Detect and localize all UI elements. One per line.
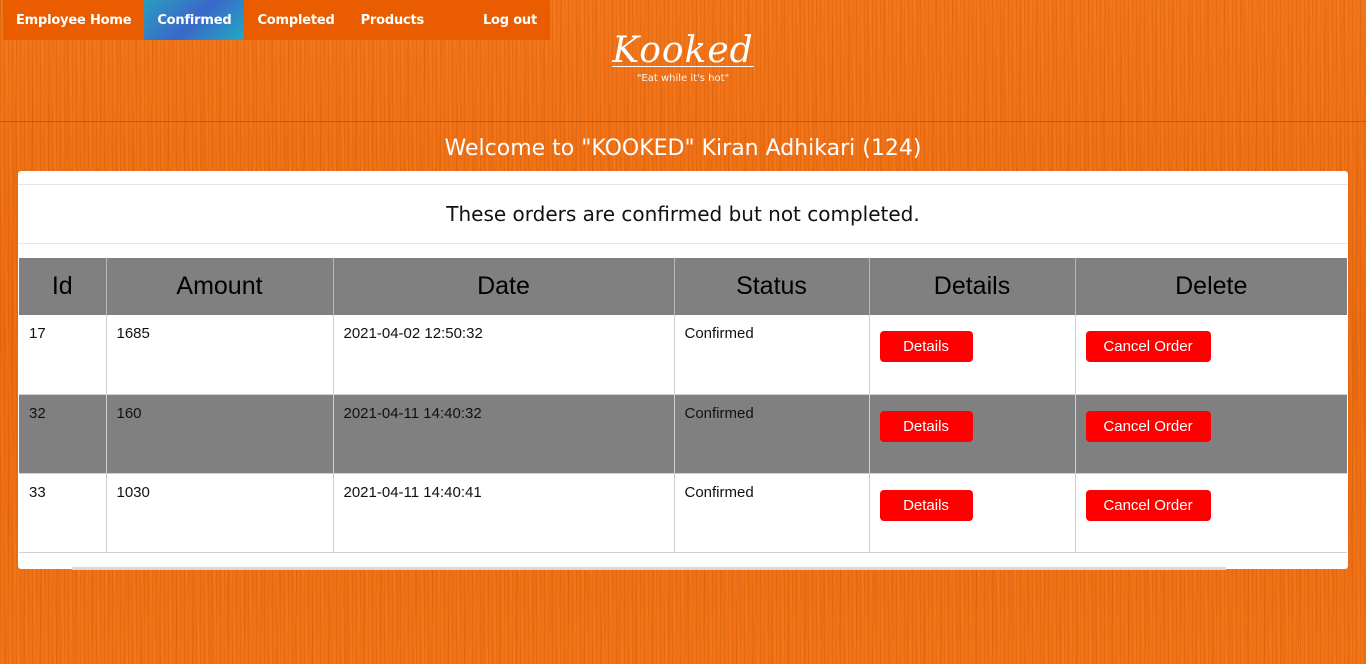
cell-delete: Cancel Order [1075,315,1347,394]
cell-delete: Cancel Order [1075,394,1347,473]
panel-scroll-shadow [72,567,1226,570]
header-divider [0,121,1366,122]
cell-details: Details [869,473,1076,552]
details-button[interactable]: Details [879,410,973,442]
details-button[interactable]: Details [879,331,973,362]
cell-details: Details [869,315,1076,394]
column-header-details: Details [869,258,1076,315]
cell-date: 2021-04-02 12:50:32 [333,315,675,394]
brand-tagline: "Eat while it's hot" [636,73,730,84]
cancel-order-button[interactable]: Cancel Order [1085,489,1211,521]
brand-logo[interactable]: Kooked [612,30,753,71]
table-header-row: Id Amount Date Status Details Delete [19,258,1347,315]
brand-logo-block: Kooked "Eat while it's hot" [0,30,1366,84]
cell-amount: 160 [106,394,334,473]
cancel-order-button[interactable]: Cancel Order [1085,410,1211,442]
column-header-status: Status [674,258,870,315]
cell-amount: 1030 [106,473,334,552]
panel-title: These orders are confirmed but not compl… [18,184,1348,244]
orders-table: Id Amount Date Status Details Delete 17 … [19,258,1347,553]
orders-panel: These orders are confirmed but not compl… [18,171,1348,569]
column-header-id: Id [19,258,107,315]
cell-status: Confirmed [674,394,870,473]
cell-date: 2021-04-11 14:40:41 [333,473,675,552]
table-row: 32 160 2021-04-11 14:40:32 Confirmed Det… [19,394,1347,473]
cancel-order-button[interactable]: Cancel Order [1085,331,1211,362]
cell-details: Details [869,394,1076,473]
cell-date: 2021-04-11 14:40:32 [333,394,675,473]
column-header-delete: Delete [1075,258,1347,315]
table-row: 17 1685 2021-04-02 12:50:32 Confirmed De… [19,315,1347,394]
column-header-date: Date [333,258,675,315]
details-button[interactable]: Details [879,489,973,521]
cell-id: 33 [19,473,107,552]
cell-status: Confirmed [674,315,870,394]
cell-amount: 1685 [106,315,334,394]
welcome-heading: Welcome to "KOOKED" Kiran Adhikari (124) [444,136,922,161]
column-header-amount: Amount [106,258,334,315]
cell-id: 17 [19,315,107,394]
cell-delete: Cancel Order [1075,473,1347,552]
cell-id: 32 [19,394,107,473]
cell-status: Confirmed [674,473,870,552]
table-row: 33 1030 2021-04-11 14:40:41 Confirmed De… [19,473,1347,552]
